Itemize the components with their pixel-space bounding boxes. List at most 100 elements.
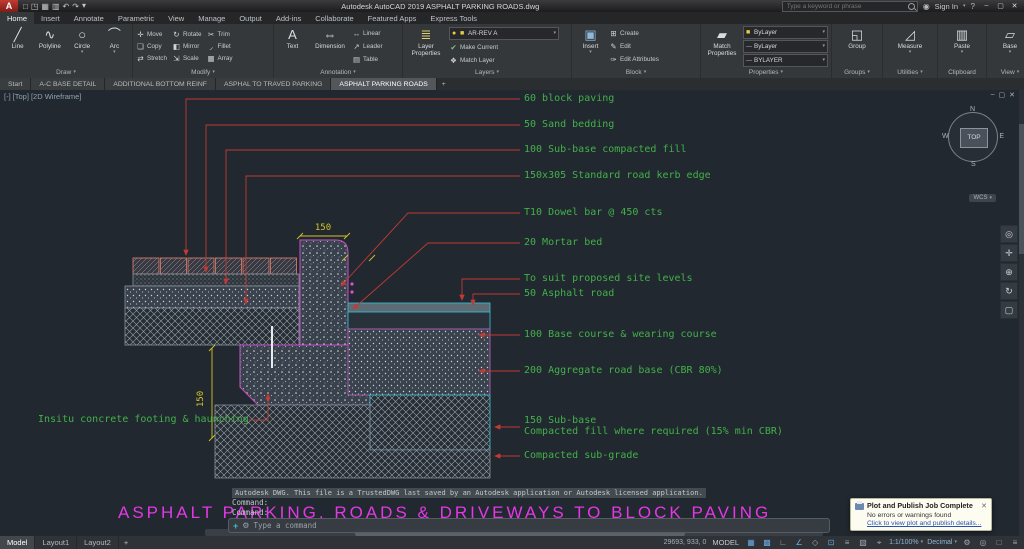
- polar-toggle-icon[interactable]: ∠: [793, 538, 805, 547]
- isodraft-toggle-icon[interactable]: ◇: [809, 538, 821, 547]
- viewcube-east[interactable]: E: [999, 133, 1004, 140]
- viewport-visual-style-button[interactable]: [2D Wireframe]: [31, 92, 81, 101]
- print-icon[interactable]: ▥: [52, 2, 60, 11]
- line-button[interactable]: ╱ Line: [3, 26, 32, 67]
- workspace-gear-icon[interactable]: ⚙: [961, 538, 973, 547]
- insert-caret-icon[interactable]: ▾: [589, 50, 592, 55]
- customize-icon[interactable]: ≡: [1009, 538, 1021, 547]
- steering-wheel-icon[interactable]: ◎: [1000, 225, 1018, 243]
- tab-manage[interactable]: Manage: [191, 12, 232, 24]
- paste-button[interactable]: ▥ Paste ▾: [947, 26, 978, 67]
- command-plus-icon[interactable]: +: [233, 521, 238, 531]
- arc-caret-icon[interactable]: ▾: [113, 50, 116, 55]
- panel-label-clipboard[interactable]: Clipboard: [938, 67, 986, 78]
- lineweight-select[interactable]: ― ByLayer ▾: [743, 40, 828, 53]
- layer-properties-button[interactable]: ≣ Layer Properties: [406, 26, 446, 67]
- dimension-button[interactable]: ⇔ Dimension: [311, 26, 349, 67]
- lineweight-toggle-icon[interactable]: ≡: [841, 538, 853, 547]
- base-caret-icon[interactable]: ▾: [1009, 50, 1012, 55]
- edit-block-button[interactable]: ✎Edit: [609, 41, 659, 53]
- panel-label-layers[interactable]: Layers ▾: [403, 67, 571, 78]
- panel-label-draw[interactable]: Draw ▾: [0, 67, 132, 78]
- tab-featured-apps[interactable]: Featured Apps: [361, 12, 424, 24]
- tab-annotate[interactable]: Annotate: [67, 12, 111, 24]
- file-tab-additional-bottom-reinf[interactable]: ADDITIONAL BOTTOM REINF: [105, 78, 216, 90]
- isolate-objects-icon[interactable]: ◎: [977, 538, 989, 547]
- stretch-button[interactable]: ⇄Stretch: [136, 53, 167, 65]
- ortho-toggle-icon[interactable]: ∟: [777, 538, 789, 547]
- signin-caret-icon[interactable]: ▾: [963, 4, 966, 9]
- file-tab-start[interactable]: Start: [0, 78, 31, 90]
- orbit-icon[interactable]: ↻: [1000, 282, 1018, 300]
- lineweight-caret-icon[interactable]: ▾: [822, 44, 825, 49]
- file-tab-asphal-to-traved-parking[interactable]: ASPHAL TO TRAVED PARKING: [216, 78, 331, 90]
- panel-label-groups[interactable]: Groups ▾: [832, 67, 882, 78]
- drawing-minimize-button[interactable]: –: [991, 91, 995, 99]
- table-button[interactable]: ▤Table: [352, 54, 383, 66]
- base-button[interactable]: ▱ Base ▾: [995, 26, 1024, 67]
- dynamic-input-toggle-icon[interactable]: ⌖: [873, 538, 885, 548]
- help-icon[interactable]: ?: [971, 2, 975, 11]
- fillet-button[interactable]: ◞Fillet: [207, 41, 233, 53]
- linear-button[interactable]: ↔Linear: [352, 28, 383, 40]
- clean-screen-icon[interactable]: □: [993, 538, 1005, 547]
- units-button[interactable]: Decimal ▾: [927, 539, 957, 546]
- annotation-scale-button[interactable]: 1:1/100% ▾: [889, 539, 923, 546]
- file-tab-asphalt-parking-roads[interactable]: ASPHALT PARKING ROADS: [331, 78, 436, 90]
- measure-caret-icon[interactable]: ▾: [909, 50, 912, 55]
- viewport-view-button[interactable]: [Top]: [13, 92, 29, 101]
- new-icon[interactable]: □: [23, 2, 28, 11]
- tab-output[interactable]: Output: [232, 12, 269, 24]
- command-customize-icon[interactable]: ⚙: [242, 521, 249, 530]
- tab-addins[interactable]: Add-ins: [269, 12, 308, 24]
- new-drawing-tab-button[interactable]: +: [437, 78, 451, 90]
- tab-view[interactable]: View: [161, 12, 191, 24]
- layout-tab-layout2[interactable]: Layout2: [77, 536, 119, 549]
- scale-button[interactable]: ⇲Scale: [172, 53, 202, 65]
- edit-attributes-button[interactable]: ✑Edit Attributes: [609, 54, 659, 66]
- open-icon[interactable]: ◳: [31, 2, 39, 11]
- tab-collaborate[interactable]: Collaborate: [308, 12, 360, 24]
- color-caret-icon[interactable]: ▾: [822, 30, 825, 35]
- panel-label-utilities[interactable]: Utilities ▾: [883, 67, 937, 78]
- tab-express-tools[interactable]: Express Tools: [423, 12, 484, 24]
- vertical-scrollbar-thumb[interactable]: [1019, 124, 1024, 254]
- make-current-button[interactable]: ✔Make Current: [449, 41, 568, 53]
- circle-caret-icon[interactable]: ▾: [81, 50, 84, 55]
- copy-button[interactable]: ❏Copy: [136, 41, 167, 53]
- drawing-restore-button[interactable]: ▢: [999, 91, 1006, 99]
- panel-label-block[interactable]: Block ▾: [572, 67, 700, 78]
- create-block-button[interactable]: ⊞Create: [609, 28, 659, 40]
- close-button[interactable]: ✕: [1008, 2, 1021, 10]
- panel-label-annotation[interactable]: Annotation ▾: [274, 67, 402, 78]
- tab-parametric[interactable]: Parametric: [111, 12, 161, 24]
- command-line[interactable]: + ⚙ Type a command: [228, 518, 830, 533]
- file-tab-ac-base-detail[interactable]: A-C BASE DETAIL: [31, 78, 105, 90]
- new-layout-button[interactable]: +: [119, 536, 133, 549]
- viewcube-north[interactable]: N: [970, 106, 975, 113]
- array-button[interactable]: ▦Array: [207, 53, 233, 65]
- viewcube[interactable]: N W E S TOP: [944, 108, 1002, 166]
- notification-details-link[interactable]: Click to view plot and publish details..…: [867, 520, 987, 527]
- notification-close-icon[interactable]: ✕: [981, 502, 987, 510]
- layer-select[interactable]: ● ■ AR-REV A ▾: [449, 27, 559, 40]
- wcs-menu[interactable]: WCS ▾: [969, 194, 996, 202]
- tab-insert[interactable]: Insert: [34, 12, 67, 24]
- grid-toggle-icon[interactable]: ▦: [745, 538, 757, 547]
- model-space-canvas[interactable]: 150 150 60 block paving 50 Sand bedding …: [0, 90, 1024, 536]
- search-input[interactable]: [785, 2, 908, 11]
- search-icon[interactable]: [908, 3, 915, 10]
- layer-select-caret-icon[interactable]: ▾: [553, 31, 556, 36]
- measure-button[interactable]: ◿ Measure ▾: [895, 26, 926, 67]
- redo-icon[interactable]: ↷: [72, 2, 79, 11]
- trim-button[interactable]: ✂Trim: [207, 29, 233, 41]
- showmotion-icon[interactable]: ▢: [1000, 301, 1018, 319]
- model-space-indicator[interactable]: MODEL: [712, 538, 739, 547]
- pan-icon[interactable]: ✛: [1000, 244, 1018, 262]
- viewcube-south[interactable]: S: [971, 161, 976, 168]
- move-button[interactable]: ✛Move: [136, 29, 167, 41]
- panel-label-view[interactable]: View ▾: [987, 67, 1024, 78]
- layout-tab-model[interactable]: Model: [0, 536, 35, 549]
- linetype-select[interactable]: ― BYLAYER ▾: [743, 54, 828, 67]
- restore-button[interactable]: ▢: [994, 2, 1007, 10]
